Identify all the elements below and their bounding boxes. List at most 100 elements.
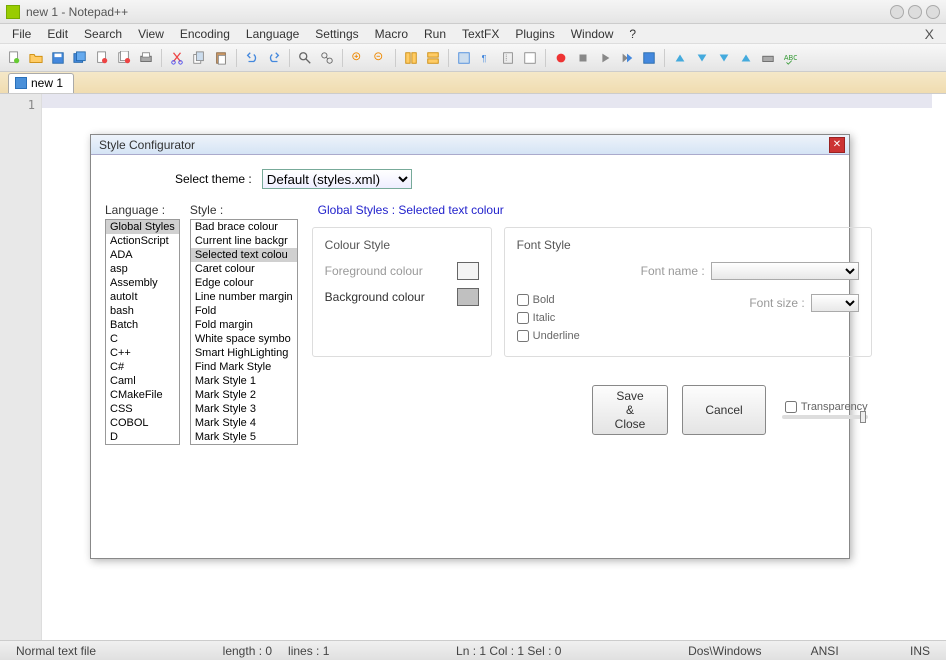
play-icon[interactable] [595, 48, 615, 68]
menu-macro[interactable]: Macro [367, 25, 416, 43]
menu-view[interactable]: View [130, 25, 172, 43]
record-icon[interactable] [551, 48, 571, 68]
style-listbox[interactable]: Bad brace colourCurrent line backgrSelec… [190, 219, 298, 445]
style-option[interactable]: Incremental highlig [191, 444, 297, 445]
language-option[interactable]: bash [106, 304, 179, 318]
menu-help[interactable]: ? [621, 25, 644, 43]
cut-icon[interactable] [167, 48, 187, 68]
indent-guide-icon[interactable] [498, 48, 518, 68]
language-option[interactable]: Assembly [106, 276, 179, 290]
sync-h-icon[interactable] [423, 48, 443, 68]
language-option[interactable]: ActionScript [106, 234, 179, 248]
style-option[interactable]: Fold margin [191, 318, 297, 332]
menu-settings[interactable]: Settings [307, 25, 366, 43]
new-file-icon[interactable] [4, 48, 24, 68]
print2-icon[interactable] [758, 48, 778, 68]
style-option[interactable]: Caret colour [191, 262, 297, 276]
tri-right-icon[interactable] [736, 48, 756, 68]
italic-checkbox[interactable]: Italic [517, 312, 580, 324]
language-option[interactable]: C [106, 332, 179, 346]
language-listbox[interactable]: Global StylesActionScriptADAaspAssemblya… [105, 219, 180, 445]
style-option[interactable]: Mark Style 3 [191, 402, 297, 416]
language-option[interactable]: CMakeFile [106, 388, 179, 402]
menu-search[interactable]: Search [76, 25, 130, 43]
menu-window[interactable]: Window [563, 25, 622, 43]
menu-language[interactable]: Language [238, 25, 307, 43]
transparency-checkbox[interactable]: Transparency [785, 401, 868, 413]
tri-left-icon[interactable] [670, 48, 690, 68]
menu-plugins[interactable]: Plugins [507, 25, 562, 43]
style-option[interactable]: Mark Style 5 [191, 430, 297, 444]
menu-edit[interactable]: Edit [39, 25, 76, 43]
sync-v-icon[interactable] [401, 48, 421, 68]
style-option[interactable]: Find Mark Style [191, 360, 297, 374]
save-icon[interactable] [48, 48, 68, 68]
open-file-icon[interactable] [26, 48, 46, 68]
mdi-close-icon[interactable]: X [917, 26, 942, 42]
tri-down-icon[interactable] [714, 48, 734, 68]
play-multi-icon[interactable] [617, 48, 637, 68]
spellcheck-icon[interactable]: ABC [780, 48, 800, 68]
language-option[interactable]: C# [106, 360, 179, 374]
zoom-in-icon[interactable] [348, 48, 368, 68]
style-option[interactable]: Mark Style 2 [191, 388, 297, 402]
theme-select[interactable]: Default (styles.xml) [262, 169, 412, 189]
dialog-close-icon[interactable]: ✕ [829, 137, 845, 153]
tab-new1[interactable]: new 1 [8, 73, 74, 93]
menu-file[interactable]: File [4, 25, 39, 43]
language-option[interactable]: Caml [106, 374, 179, 388]
replace-icon[interactable] [317, 48, 337, 68]
close-all-icon[interactable] [114, 48, 134, 68]
dialog-titlebar[interactable]: Style Configurator ✕ [91, 135, 849, 155]
paste-icon[interactable] [211, 48, 231, 68]
style-option[interactable]: Edge colour [191, 276, 297, 290]
wrap-icon[interactable] [454, 48, 474, 68]
print-icon[interactable] [136, 48, 156, 68]
language-option[interactable]: asp [106, 262, 179, 276]
transparency-slider[interactable] [782, 415, 868, 419]
bold-checkbox[interactable]: Bold [517, 294, 580, 306]
style-option[interactable]: Line number margin [191, 290, 297, 304]
style-option[interactable]: Mark Style 1 [191, 374, 297, 388]
style-option[interactable]: Mark Style 4 [191, 416, 297, 430]
zoom-out-icon[interactable] [370, 48, 390, 68]
undo-icon[interactable] [242, 48, 262, 68]
fontname-select[interactable] [711, 262, 859, 280]
language-option[interactable]: DIFF [106, 444, 179, 445]
style-option[interactable]: Selected text colou [191, 248, 297, 262]
menu-encoding[interactable]: Encoding [172, 25, 238, 43]
user-lang-icon[interactable] [520, 48, 540, 68]
language-option[interactable]: Batch [106, 318, 179, 332]
stop-icon[interactable] [573, 48, 593, 68]
language-option[interactable]: autoIt [106, 290, 179, 304]
menu-textfx[interactable]: TextFX [454, 25, 507, 43]
find-icon[interactable] [295, 48, 315, 68]
bg-swatch[interactable] [457, 288, 479, 306]
save-macro-icon[interactable] [639, 48, 659, 68]
language-option[interactable]: D [106, 430, 179, 444]
tri-up-icon[interactable] [692, 48, 712, 68]
maximize-button[interactable] [908, 5, 922, 19]
save-all-icon[interactable] [70, 48, 90, 68]
language-option[interactable]: COBOL [106, 416, 179, 430]
minimize-button[interactable] [890, 5, 904, 19]
language-option[interactable]: Global Styles [106, 220, 179, 234]
style-option[interactable]: Smart HighLighting [191, 346, 297, 360]
fontsize-select[interactable] [811, 294, 859, 312]
language-option[interactable]: CSS [106, 402, 179, 416]
close-button[interactable] [926, 5, 940, 19]
language-option[interactable]: ADA [106, 248, 179, 262]
style-option[interactable]: Fold [191, 304, 297, 318]
cancel-button[interactable]: Cancel [682, 385, 765, 435]
copy-icon[interactable] [189, 48, 209, 68]
style-option[interactable]: Current line backgr [191, 234, 297, 248]
show-all-icon[interactable]: ¶ [476, 48, 496, 68]
style-option[interactable]: White space symbo [191, 332, 297, 346]
fg-swatch[interactable] [457, 262, 479, 280]
underline-checkbox[interactable]: Underline [517, 330, 580, 342]
redo-icon[interactable] [264, 48, 284, 68]
save-close-button[interactable]: Save & Close [592, 385, 669, 435]
close-file-icon[interactable] [92, 48, 112, 68]
style-option[interactable]: Bad brace colour [191, 220, 297, 234]
language-option[interactable]: C++ [106, 346, 179, 360]
